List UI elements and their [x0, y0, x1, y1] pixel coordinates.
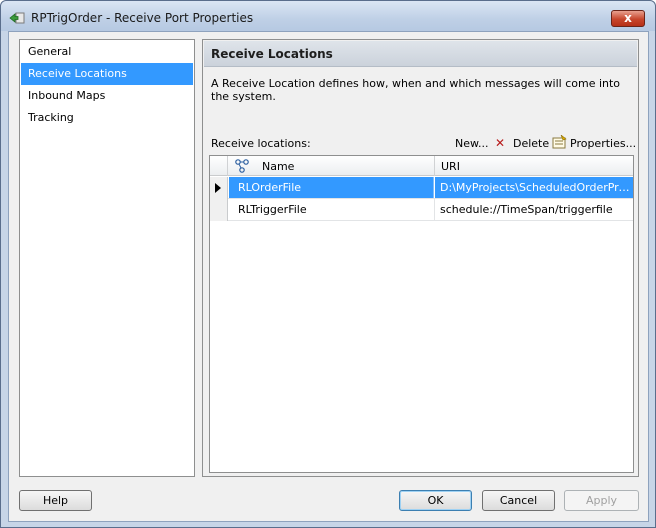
new-button[interactable]: New...: [455, 137, 488, 150]
nav-item-general[interactable]: General: [21, 41, 193, 63]
close-icon: x: [624, 11, 632, 25]
category-list: General Receive Locations Inbound Maps T…: [19, 39, 195, 477]
grid-header: Name URI: [210, 156, 633, 176]
panel-description: A Receive Location defines how, when and…: [211, 77, 621, 103]
title-bar[interactable]: RPTrigOrder - Receive Port Properties x: [1, 1, 655, 31]
table-row[interactable]: RLTriggerFile schedule://TimeSpan/trigge…: [210, 199, 633, 221]
delete-button[interactable]: Delete: [513, 137, 549, 150]
properties-button[interactable]: Properties...: [570, 137, 636, 150]
dialog-window: RPTrigOrder - Receive Port Properties x …: [0, 0, 656, 528]
cell-name[interactable]: RLOrderFile: [229, 177, 434, 198]
window-title: RPTrigOrder - Receive Port Properties: [31, 11, 254, 25]
apply-button[interactable]: Apply: [564, 490, 639, 511]
column-header-name[interactable]: Name: [262, 160, 294, 173]
receive-locations-label: Receive locations:: [211, 137, 311, 150]
close-button[interactable]: x: [611, 10, 645, 27]
receive-location-column-icon: [234, 158, 250, 174]
row-header[interactable]: [210, 199, 228, 221]
column-header-uri[interactable]: URI: [441, 160, 460, 173]
nav-item-receive-locations[interactable]: Receive Locations: [21, 63, 193, 85]
red-x-icon[interactable]: ✕: [495, 136, 505, 150]
dialog-client-area: General Receive Locations Inbound Maps T…: [8, 31, 649, 522]
cell-uri[interactable]: D:\MyProjects\ScheduledOrderProce...: [435, 177, 633, 198]
nav-item-inbound-maps[interactable]: Inbound Maps: [21, 85, 193, 107]
column-divider[interactable]: [434, 156, 435, 176]
row-header[interactable]: [210, 177, 228, 199]
cell-uri[interactable]: schedule://TimeSpan/triggerfile: [435, 199, 633, 220]
receive-port-icon: [9, 10, 25, 26]
cell-name[interactable]: RLTriggerFile: [229, 199, 434, 220]
help-button[interactable]: Help: [19, 490, 92, 511]
row-pointer-icon: [215, 183, 221, 193]
nav-item-tracking[interactable]: Tracking: [21, 107, 193, 129]
receive-locations-grid: Name URI RLOrderFile D:\MyProjects\Sched…: [209, 155, 634, 473]
cancel-button[interactable]: Cancel: [482, 490, 555, 511]
receive-locations-panel: Receive Locations A Receive Location def…: [202, 39, 639, 477]
panel-title: Receive Locations: [204, 41, 637, 67]
row-header-column: [210, 156, 228, 176]
properties-icon[interactable]: [551, 134, 567, 149]
ok-button[interactable]: OK: [399, 490, 472, 511]
table-row[interactable]: RLOrderFile D:\MyProjects\ScheduledOrder…: [210, 177, 633, 199]
